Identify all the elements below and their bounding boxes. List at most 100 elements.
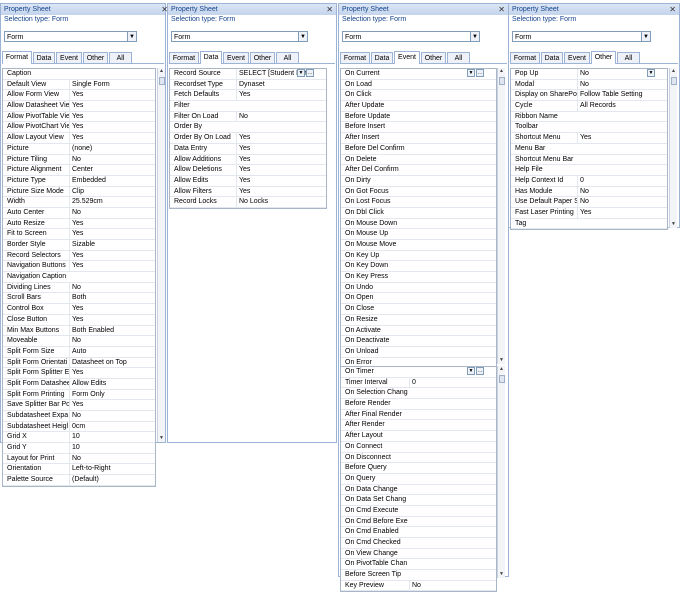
scroll-down-icon[interactable]: ▼ (158, 435, 165, 442)
property-row[interactable]: Fit to Screen Yes (3, 229, 155, 240)
chevron-down-icon[interactable]: ▼ (467, 367, 475, 375)
property-row[interactable]: After Del Confirm (341, 165, 496, 176)
property-row[interactable]: Auto Resize Yes (3, 218, 155, 230)
property-row[interactable]: Grid X 10 (3, 432, 155, 444)
property-value[interactable]: Yes (69, 218, 146, 229)
tab-format[interactable]: Format (510, 52, 540, 63)
property-row[interactable]: Record Locks No Locks (170, 197, 326, 208)
property-row[interactable]: Dividing Lines No (3, 282, 155, 294)
property-value[interactable]: Yes (236, 186, 317, 197)
property-row[interactable]: Menu Bar (511, 144, 667, 155)
property-row[interactable]: On Key Down (341, 261, 496, 273)
property-row[interactable]: Picture Type Embedded (3, 175, 155, 187)
chevron-down-icon[interactable]: ▼ (470, 31, 480, 42)
ellipsis-icon[interactable]: … (476, 69, 484, 77)
property-value[interactable]: Dynaset (236, 79, 317, 90)
tab-data[interactable]: Data (371, 52, 393, 63)
property-value[interactable]: 0cm (69, 421, 146, 432)
chevron-down-icon[interactable]: ▼ (467, 69, 475, 77)
tab-format[interactable]: Format (169, 52, 199, 63)
tab-all[interactable]: All (276, 52, 299, 63)
property-value[interactable]: Yes (69, 261, 146, 272)
property-row[interactable]: Cycle All Records (511, 101, 667, 112)
property-value[interactable]: No (69, 336, 146, 346)
property-row[interactable]: Toolbar (511, 122, 667, 134)
tab-format[interactable]: Format (2, 51, 32, 64)
property-value[interactable]: No (577, 79, 658, 90)
property-row[interactable]: On Lost Focus (341, 197, 496, 208)
property-value[interactable]: Both Enabled (69, 325, 146, 336)
property-row[interactable]: On Cmd Execute (341, 506, 496, 517)
property-row[interactable]: Order By (170, 122, 326, 134)
property-value[interactable]: No (69, 207, 146, 218)
property-value[interactable]: No (236, 111, 317, 122)
property-row[interactable]: Allow Layout View Yes (3, 133, 155, 144)
property-row[interactable]: On Cmd Checked (341, 538, 496, 549)
property-value[interactable]: Yes (236, 90, 317, 101)
property-row[interactable]: On Dbl Click (341, 208, 496, 219)
property-row[interactable]: On Cmd Enabled (341, 527, 496, 538)
property-row[interactable]: Palette Source (Default) (3, 475, 155, 486)
property-row[interactable]: On Mouse Move (341, 240, 496, 251)
property-value[interactable]: (Default) (69, 475, 146, 485)
tab-event[interactable]: Event (56, 52, 82, 63)
property-value[interactable]: Yes (236, 143, 317, 154)
property-row[interactable]: Use Default Paper S No (511, 197, 667, 208)
property-row[interactable]: Modal No (511, 79, 667, 91)
property-value[interactable]: Follow Table Setting (577, 90, 658, 101)
property-row[interactable]: On Connect (341, 442, 496, 453)
property-value[interactable]: Embedded (69, 175, 146, 186)
tab-other[interactable]: Other (591, 51, 616, 64)
property-row[interactable]: On View Change (341, 549, 496, 560)
property-row[interactable]: Data Entry Yes (170, 143, 326, 155)
property-row[interactable]: Allow Datasheet Vie Yes (3, 101, 155, 112)
property-row[interactable]: Scroll Bars Both (3, 293, 155, 305)
property-row[interactable]: Record Selectors Yes (3, 250, 155, 262)
property-value[interactable]: Yes (236, 154, 317, 165)
scroll-down-icon[interactable]: ▼ (498, 571, 505, 578)
property-value[interactable]: All Records (577, 101, 658, 111)
property-row[interactable]: Allow PivotChart Vie Yes (3, 122, 155, 134)
property-row[interactable]: On PivotTable Chan (341, 559, 496, 571)
property-row[interactable]: After Update (341, 101, 496, 112)
property-value[interactable]: No (69, 411, 146, 421)
property-row[interactable]: Default View Single Form (3, 79, 155, 91)
scroll-thumb[interactable] (671, 77, 677, 85)
property-value[interactable]: Yes (577, 207, 658, 218)
scroll-down-icon[interactable]: ▼ (498, 357, 505, 364)
property-value[interactable]: No (69, 453, 146, 464)
property-row[interactable]: Order By On Load Yes (170, 133, 326, 144)
property-row[interactable]: On Selection Chang (341, 388, 496, 400)
property-row[interactable]: Allow Edits Yes (170, 175, 326, 187)
property-row[interactable]: Allow Form View Yes (3, 90, 155, 102)
property-value[interactable]: Yes (69, 304, 146, 314)
property-row[interactable]: Before Insert (341, 122, 496, 134)
object-selector-combo[interactable]: Form ▼ (512, 31, 651, 42)
property-row[interactable]: Subdatasheet Expa No (3, 411, 155, 422)
property-row[interactable]: Control Box Yes (3, 304, 155, 315)
close-icon[interactable]: ✕ (326, 4, 333, 15)
property-row[interactable]: On Delete (341, 155, 496, 166)
property-row[interactable]: Allow Filters Yes (170, 186, 326, 198)
vertical-scrollbar[interactable]: ▲ ▼ (669, 68, 677, 228)
property-row[interactable]: On Click (341, 90, 496, 102)
property-row[interactable]: On Key Up (341, 251, 496, 262)
property-row[interactable]: On Timer ▼… (341, 367, 496, 378)
property-row[interactable]: On Load (341, 80, 496, 91)
property-row[interactable]: Save Splitter Bar Po Yes (3, 400, 155, 411)
property-row[interactable]: Split Form Orientati Datasheet on Top (3, 357, 155, 369)
tab-all[interactable]: All (109, 52, 132, 63)
property-value[interactable]: No (69, 282, 146, 293)
scroll-up-icon[interactable]: ▲ (498, 68, 505, 75)
scroll-up-icon[interactable]: ▲ (498, 366, 505, 373)
property-value[interactable]: No Locks (236, 197, 317, 207)
property-row[interactable]: Timer Interval 0 (341, 377, 496, 389)
property-row[interactable]: Width 25.529cm (3, 197, 155, 208)
property-value[interactable]: No (577, 69, 658, 79)
object-selector-combo[interactable]: Form ▼ (4, 31, 137, 42)
ellipsis-icon[interactable]: … (306, 69, 314, 77)
chevron-down-icon[interactable]: ▼ (647, 69, 655, 77)
property-value[interactable]: No (577, 197, 658, 207)
property-value[interactable]: Yes (69, 122, 146, 133)
property-value[interactable]: Yes (69, 133, 146, 143)
